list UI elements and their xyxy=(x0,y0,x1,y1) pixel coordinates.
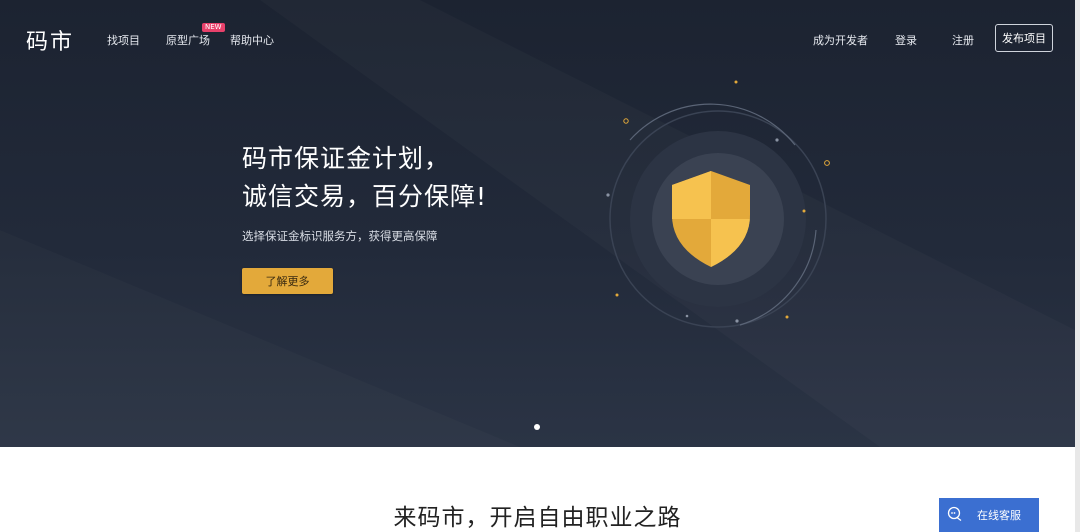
top-nav: 码市 找项目 原型广场 NEW 帮助中心 成为开发者 登录 注册 发布项目 xyxy=(0,0,1075,76)
carousel-dot[interactable] xyxy=(534,424,540,430)
site-logo[interactable]: 码市 xyxy=(26,24,74,56)
learn-more-button[interactable]: 了解更多 xyxy=(242,268,333,294)
chat-icon xyxy=(947,506,963,525)
hero-title-line2: 诚信交易，百分保障! xyxy=(242,182,488,211)
nav-register[interactable]: 注册 xyxy=(952,32,974,48)
online-support-label: 在线客服 xyxy=(977,509,1021,522)
hero-banner: 码市 找项目 原型广场 NEW 帮助中心 成为开发者 登录 注册 发布项目 码市… xyxy=(0,0,1075,447)
nav-find-projects[interactable]: 找项目 xyxy=(107,32,140,48)
nav-prototype-square[interactable]: 原型广场 xyxy=(166,32,210,48)
nav-help-center[interactable]: 帮助中心 xyxy=(230,32,274,48)
new-badge: NEW xyxy=(202,23,225,32)
scrollbar[interactable] xyxy=(1075,0,1080,532)
shield-icon xyxy=(606,80,830,328)
nav-login[interactable]: 登录 xyxy=(895,32,917,48)
hero-subtitle: 选择保证金标识服务方，获得更高保障 xyxy=(242,229,438,243)
hero-title: 码市保证金计划， 诚信交易，百分保障! xyxy=(242,140,487,216)
hero-title-line1: 码市保证金计划， xyxy=(242,144,451,173)
section-title: 来码市，开启自由职业之路 xyxy=(393,505,682,531)
online-support-button[interactable]: 在线客服 xyxy=(939,498,1039,532)
publish-project-button[interactable]: 发布项目 xyxy=(995,24,1053,52)
nav-become-developer[interactable]: 成为开发者 xyxy=(813,32,868,48)
